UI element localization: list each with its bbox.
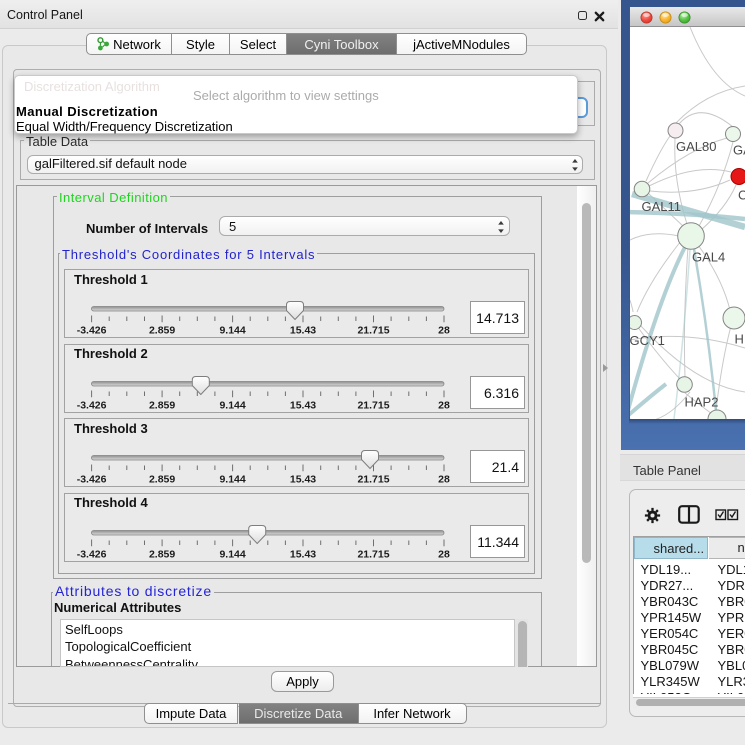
svg-text:21.715: 21.715 [357, 325, 389, 337]
svg-text:15.43: 15.43 [290, 399, 316, 411]
svg-text:21.715: 21.715 [357, 399, 389, 411]
svg-text:2.859: 2.859 [149, 474, 175, 486]
svg-text:28: 28 [438, 399, 450, 411]
svg-text:28: 28 [438, 325, 450, 337]
svg-text:C: C [738, 188, 745, 203]
svg-text:-3.426: -3.426 [77, 548, 107, 560]
svg-text:-3.426: -3.426 [77, 399, 107, 411]
svg-text:9.144: 9.144 [219, 399, 245, 411]
svg-text:21.715: 21.715 [357, 548, 389, 560]
svg-text:9.144: 9.144 [219, 325, 245, 337]
svg-text:9.144: 9.144 [219, 548, 245, 560]
svg-text:-3.426: -3.426 [77, 474, 107, 486]
svg-text:2.859: 2.859 [149, 399, 175, 411]
svg-text:GAL11: GAL11 [642, 199, 682, 214]
svg-text:HAP2: HAP2 [685, 395, 719, 410]
svg-text:21.715: 21.715 [357, 474, 389, 486]
svg-text:2.859: 2.859 [149, 548, 175, 560]
svg-text:28: 28 [438, 474, 450, 486]
svg-text:2.859: 2.859 [149, 325, 175, 337]
svg-text:GAL4: GAL4 [692, 250, 725, 265]
svg-text:GAL80: GAL80 [676, 139, 716, 154]
svg-text:15.43: 15.43 [290, 548, 316, 560]
svg-text:H: H [735, 332, 744, 347]
svg-text:15.43: 15.43 [290, 474, 316, 486]
svg-text:GA: GA [733, 143, 745, 158]
svg-text:28: 28 [438, 548, 450, 560]
svg-text:15.43: 15.43 [290, 325, 316, 337]
svg-text:GCY1: GCY1 [630, 333, 665, 348]
svg-text:-3.426: -3.426 [77, 325, 107, 337]
svg-text:9.144: 9.144 [219, 474, 245, 486]
